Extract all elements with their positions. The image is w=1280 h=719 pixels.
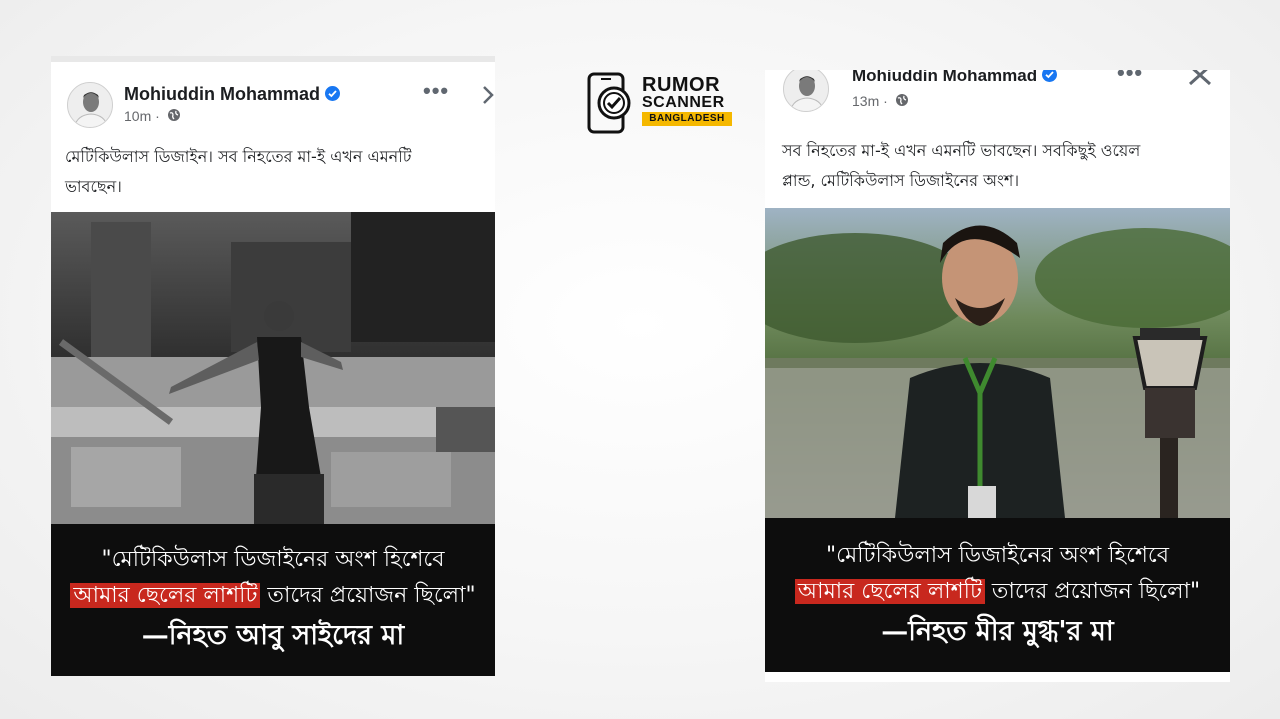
logo-text-scanner: SCANNER (642, 94, 725, 111)
more-options-icon[interactable]: ••• (1117, 70, 1143, 86)
quote-attribution: —নিহত মীর মুগ্ধ'র মা (881, 616, 1114, 647)
quote-line-1: "মেটিকিউলাস ডিজাইনের অংশ হিশেবে (825, 543, 1170, 568)
scanner-phone-icon (587, 72, 631, 134)
post-photo[interactable] (51, 212, 495, 524)
author-avatar[interactable] (67, 82, 113, 128)
logo-text-bangladesh: BANGLADESH (642, 112, 732, 126)
post-header: Mohiuddin Mohammad 10m · ••• (51, 62, 495, 136)
post-timestamp[interactable]: 10m · (124, 108, 160, 124)
post-timestamp[interactable]: 13m · (852, 93, 888, 109)
post-meta: 10m · (124, 108, 181, 126)
quote-line-1: "মেটিকিউলাস ডিজাইনের অংশ হিশেবে (101, 547, 445, 572)
facebook-post-left: Mohiuddin Mohammad 10m · ••• মেটিকিউলাস … (51, 56, 495, 676)
close-icon[interactable] (1187, 70, 1213, 90)
post-caption: মেটিকিউলাস ডিজাইন। সব নিহতের মা-ই এখন এম… (65, 147, 412, 196)
globe-icon (167, 108, 181, 125)
chevron-right-icon[interactable] (481, 84, 495, 110)
author-name[interactable]: Mohiuddin Mohammad (124, 84, 340, 105)
author-avatar[interactable] (783, 70, 829, 112)
quote-line-2: আমার ছেলের লাশটি তাদের প্রয়োজন ছিলো" (765, 574, 1230, 610)
rumor-scanner-logo: RUMOR SCANNER BANGLADESH (586, 72, 736, 134)
quote-attribution: —নিহত আবু সাইদের মা (141, 620, 405, 651)
facebook-post-right: Mohiuddin Mohammad 13m · ••• সব নিহতের ম… (765, 70, 1230, 682)
quote-line-2-rest: তাদের প্রয়োজন ছিলো" (984, 579, 1201, 604)
globe-icon (895, 93, 909, 110)
post-header: Mohiuddin Mohammad 13m · ••• (765, 70, 1230, 144)
quote-line-2: আমার ছেলের লাশটি তাদের প্রয়োজন ছিলো" (51, 578, 495, 614)
quote-highlight: আমার ছেলের লাশটি (794, 579, 985, 604)
author-name[interactable]: Mohiuddin Mohammad (852, 70, 1058, 86)
more-options-icon[interactable]: ••• (423, 78, 449, 104)
quote-line-2-rest: তাদের প্রয়োজন ছিলো" (260, 583, 476, 608)
quote-highlight: আমার ছেলের লাশটি (70, 583, 261, 608)
post-photo[interactable] (765, 208, 1230, 518)
quote-banner: "মেটিকিউলাস ডিজাইনের অংশ হিশেবে আমার ছেল… (765, 518, 1230, 672)
quote-banner: "মেটিকিউলাস ডিজাইনের অংশ হিশেবে আমার ছেল… (51, 524, 495, 676)
post-caption: সব নিহতের মা-ই এখন এমনটি ভাবছেন। সবকিছুই… (782, 141, 1141, 190)
verified-badge-icon (1042, 70, 1058, 83)
post-meta: 13m · (852, 93, 909, 111)
verified-badge-icon (324, 85, 340, 101)
